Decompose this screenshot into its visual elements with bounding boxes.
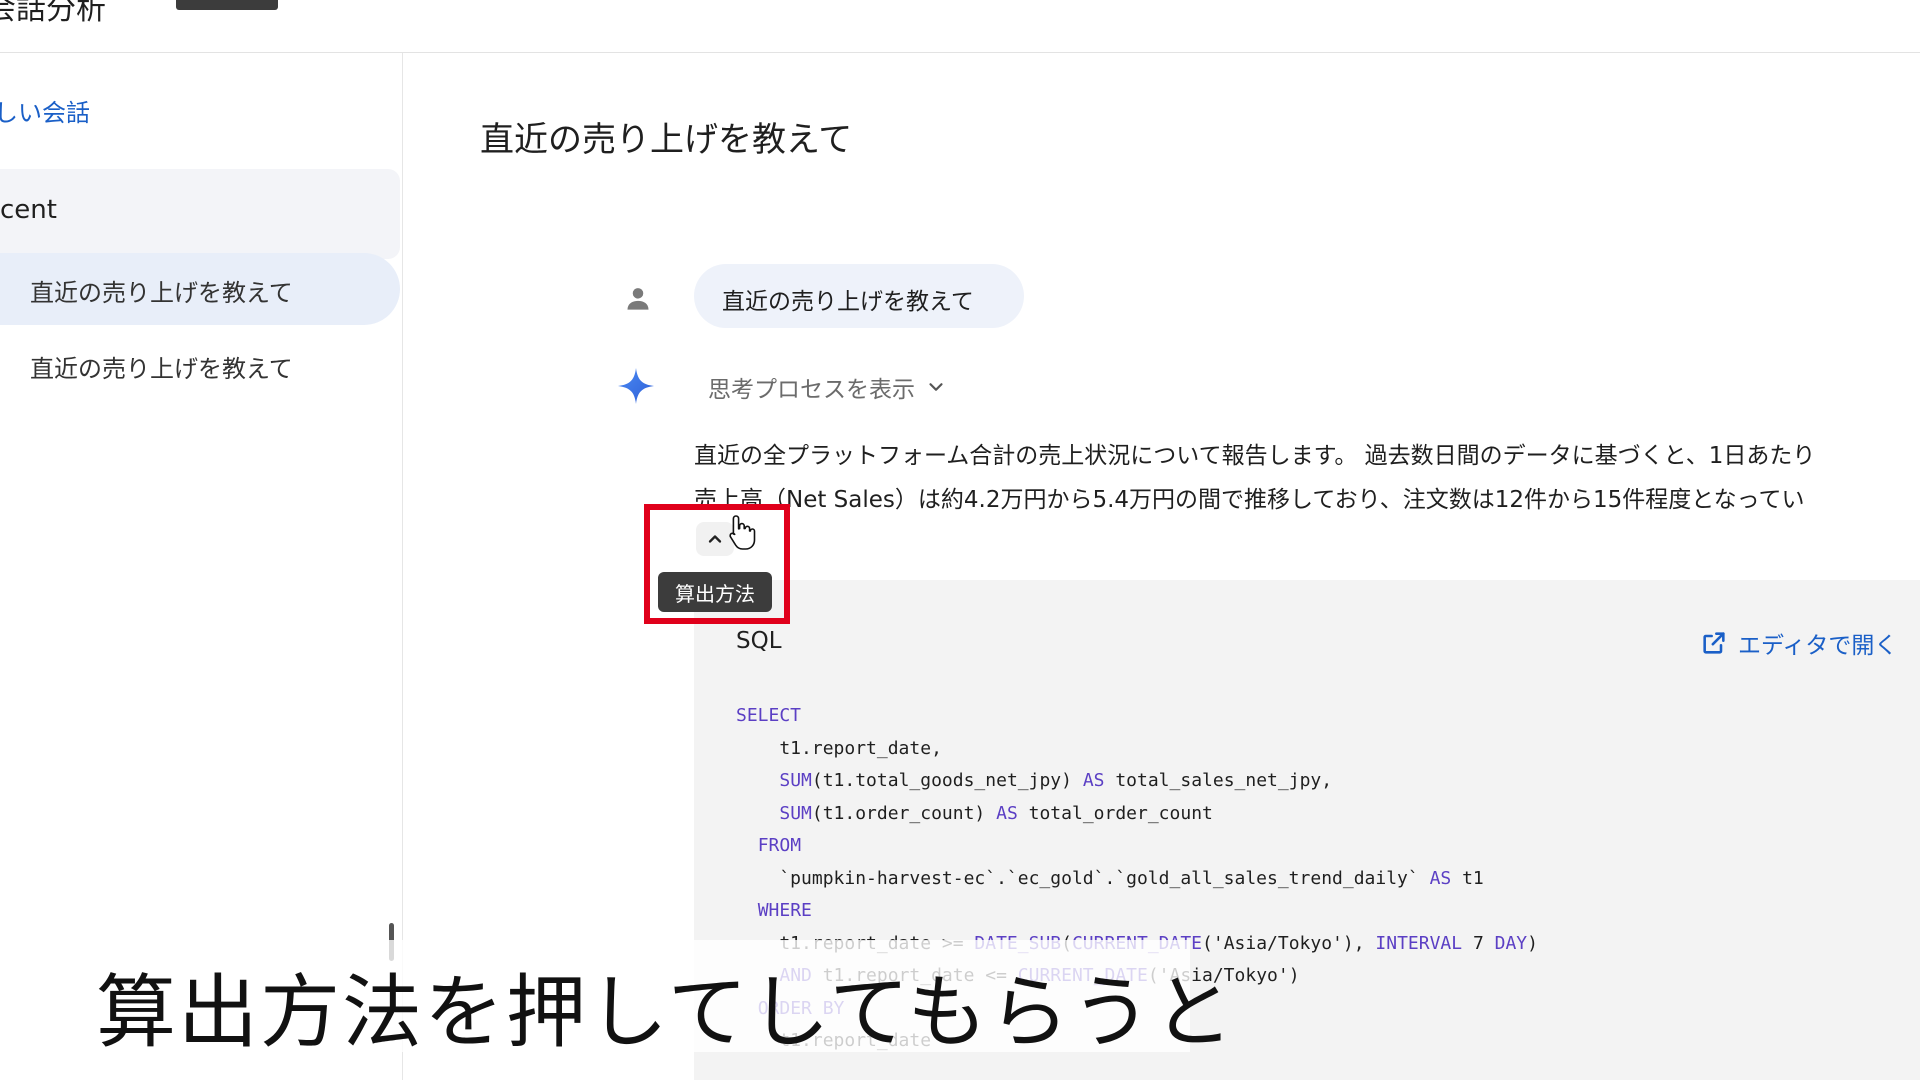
open-external-icon xyxy=(1703,632,1725,654)
answer-text-line: 直近の全プラットフォーム合計の売上状況について報告します。 過去数日間のデータに… xyxy=(694,443,1816,469)
show-thinking-toggle[interactable]: 思考プロセスを表示 xyxy=(708,370,947,404)
user-message-text: 直近の売り上げを教えて xyxy=(722,289,974,315)
gemini-spark-icon xyxy=(618,368,654,404)
code-line: SUM(t1.order_count) AS total_order_count xyxy=(779,802,1213,824)
code-line: `pumpkin-harvest-ec`.`ec_gold`.`gold_all… xyxy=(736,867,1484,889)
user-avatar-icon xyxy=(627,288,649,310)
open-in-editor-link[interactable]: エディタで開く xyxy=(1700,626,1897,660)
sidebar-item-recent-1[interactable]: 直近の売り上げを教えて xyxy=(0,253,400,325)
answer-text-line: 売上高（Net Sales）は約4.2万円から5.4万円の間で推移しており、注文… xyxy=(694,487,1805,513)
open-in-editor-label: エディタで開く xyxy=(1738,633,1898,659)
sidebar-item-label: 直近の売り上げを教えて xyxy=(30,355,293,383)
sidebar-item-recent-2[interactable]: 直近の売り上げを教えて xyxy=(0,329,400,401)
sidebar-item-label: 直近の売り上げを教えて xyxy=(30,279,293,307)
video-caption: 算出方法を押してしてもらうと xyxy=(96,966,1236,1059)
code-line: WHERE xyxy=(757,900,812,921)
show-thinking-label: 思考プロセスを表示 xyxy=(708,377,915,403)
hand-cursor-icon xyxy=(729,515,756,550)
app-title: 会話分析 xyxy=(0,0,106,27)
new-chat-link[interactable]: しい会話 xyxy=(0,93,90,128)
code-language-label: SQL xyxy=(736,628,782,654)
chevron-down-icon xyxy=(929,383,943,391)
code-line: FROM xyxy=(757,835,802,856)
app-badge xyxy=(176,0,278,10)
recent-section-bg xyxy=(0,169,400,259)
top-bar: 会話分析 xyxy=(0,0,1920,53)
recent-label: cent xyxy=(0,195,57,225)
sidebar: しい会話 cent 直近の売り上げを教えて 直近の売り上げを教えて xyxy=(0,53,403,1080)
code-line: t1.report_date, xyxy=(736,737,942,759)
code-line: SELECT xyxy=(736,705,802,726)
code-line: SUM(t1.total_goods_net_jpy) AS total_sal… xyxy=(779,770,1333,791)
user-message-bubble: 直近の売り上げを教えて xyxy=(694,264,1024,328)
page-title: 直近の売り上げを教えて xyxy=(480,120,853,160)
highlight-box xyxy=(644,504,790,624)
